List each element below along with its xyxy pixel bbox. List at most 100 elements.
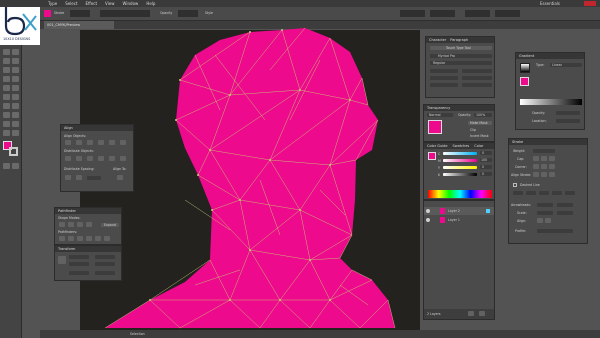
minus-back-icon[interactable] bbox=[104, 236, 110, 241]
projecting-cap-icon[interactable] bbox=[549, 156, 555, 161]
channel-k-field[interactable]: 0 bbox=[480, 172, 492, 176]
gradient-fill-swatch[interactable] bbox=[520, 77, 529, 86]
unite-icon[interactable] bbox=[59, 222, 65, 227]
align-top-icon[interactable] bbox=[98, 140, 104, 145]
transform-w-field[interactable] bbox=[95, 255, 115, 259]
tracking-field[interactable] bbox=[462, 76, 492, 80]
align-outside-stroke-icon[interactable] bbox=[549, 172, 555, 177]
align-middle-icon[interactable] bbox=[109, 140, 115, 145]
opacity-mask-thumbnail[interactable] bbox=[428, 120, 442, 134]
spacing-field[interactable] bbox=[87, 176, 101, 180]
channel-c-slider[interactable] bbox=[443, 152, 477, 155]
align-panel-title[interactable]: Align bbox=[61, 125, 133, 131]
butt-cap-icon[interactable] bbox=[533, 156, 539, 161]
distribute-middle-icon[interactable] bbox=[76, 156, 82, 161]
dashed-line-checkbox[interactable] bbox=[513, 183, 517, 187]
dash-1-field[interactable] bbox=[513, 191, 523, 195]
touch-type-button[interactable]: Touch Type Tool bbox=[430, 46, 492, 50]
merge-icon[interactable] bbox=[77, 236, 83, 241]
align-bottom-icon[interactable] bbox=[120, 140, 126, 145]
arrow-extend-icon[interactable] bbox=[537, 218, 543, 223]
align-right-icon[interactable] bbox=[87, 140, 93, 145]
align-inside-stroke-icon[interactable] bbox=[541, 172, 547, 177]
distribute-bottom-icon[interactable] bbox=[87, 156, 93, 161]
stroke-panel-title[interactable]: Stroke bbox=[509, 139, 587, 145]
align-to-icon[interactable] bbox=[117, 175, 123, 180]
tab-color[interactable]: Color bbox=[474, 143, 483, 149]
arrowhead-start-field[interactable] bbox=[537, 203, 553, 207]
gradient-thumbnail[interactable] bbox=[520, 63, 530, 73]
channel-y-field[interactable]: 0 bbox=[480, 165, 492, 169]
arrow-scale-start-field[interactable] bbox=[537, 211, 553, 215]
arrowhead-end-field[interactable] bbox=[557, 203, 573, 207]
transparency-opacity-field[interactable]: 100% bbox=[474, 113, 492, 117]
transform-x-field[interactable] bbox=[69, 255, 89, 259]
align-center-stroke-icon[interactable] bbox=[533, 172, 539, 177]
gradient-location-field[interactable] bbox=[556, 119, 580, 123]
intersect-icon[interactable] bbox=[77, 222, 83, 227]
transform-panel-title[interactable]: Transform bbox=[55, 246, 121, 252]
round-cap-icon[interactable] bbox=[541, 156, 547, 161]
spacing-vertical-icon[interactable] bbox=[65, 175, 71, 180]
tab-paragraph[interactable]: Paragraph bbox=[450, 37, 468, 43]
gradient-panel-title[interactable]: Gradient bbox=[516, 53, 584, 59]
align-left-icon[interactable] bbox=[65, 140, 71, 145]
bevel-join-icon[interactable] bbox=[549, 164, 555, 169]
trim-icon[interactable] bbox=[68, 236, 74, 241]
color-fill-swatch[interactable] bbox=[428, 152, 436, 160]
outline-icon[interactable] bbox=[95, 236, 101, 241]
crop-icon[interactable] bbox=[86, 236, 92, 241]
minus-front-icon[interactable] bbox=[68, 222, 74, 227]
tab-swatches[interactable]: Swatches bbox=[453, 143, 470, 149]
vertical-scale-field[interactable] bbox=[430, 83, 458, 87]
channel-c-field[interactable]: 0 bbox=[480, 151, 492, 155]
stroke-panel-weight-field[interactable] bbox=[533, 149, 555, 153]
dash-3-field[interactable] bbox=[565, 191, 575, 195]
make-mask-button[interactable]: Make Mask bbox=[468, 121, 492, 125]
visibility-eye-icon[interactable] bbox=[426, 218, 430, 222]
visibility-eye-icon[interactable] bbox=[426, 209, 430, 213]
delete-layer-icon[interactable] bbox=[479, 311, 485, 316]
transform-y-field[interactable] bbox=[69, 262, 89, 266]
channel-m-slider[interactable] bbox=[443, 159, 477, 162]
miter-join-icon[interactable] bbox=[533, 164, 539, 169]
distribute-top-icon[interactable] bbox=[65, 156, 71, 161]
channel-m-field[interactable]: 100 bbox=[480, 158, 492, 162]
font-size-field[interactable] bbox=[430, 69, 458, 73]
exclude-icon[interactable] bbox=[86, 222, 92, 227]
divide-icon[interactable] bbox=[59, 236, 65, 241]
gradient-type-field[interactable]: Linear bbox=[550, 63, 582, 67]
spacing-horizontal-icon[interactable] bbox=[76, 175, 82, 180]
font-style-field[interactable]: Regular bbox=[430, 61, 492, 65]
reference-point-icon[interactable] bbox=[58, 256, 66, 264]
tab-color-guide[interactable]: Color Guide bbox=[427, 143, 448, 149]
horizontal-scale-field[interactable] bbox=[462, 83, 492, 87]
layer-row-2[interactable]: Layer 2 bbox=[424, 207, 494, 215]
blend-mode-field[interactable]: Normal bbox=[427, 113, 453, 117]
leading-field[interactable] bbox=[462, 69, 492, 73]
gap-1-field[interactable] bbox=[526, 191, 536, 195]
color-spectrum-bar[interactable] bbox=[428, 190, 492, 198]
channel-y-slider[interactable] bbox=[443, 166, 477, 169]
new-layer-icon[interactable] bbox=[468, 311, 474, 316]
pathfinder-panel-title[interactable]: Pathfinder bbox=[55, 208, 121, 214]
rotate-field[interactable] bbox=[69, 271, 89, 275]
transform-h-field[interactable] bbox=[95, 262, 115, 266]
layer-name[interactable]: Layer 1 bbox=[448, 218, 460, 222]
distribute-right-icon[interactable] bbox=[120, 156, 126, 161]
arrow-scale-end-field[interactable] bbox=[557, 211, 573, 215]
tab-character[interactable]: Character bbox=[429, 37, 446, 43]
arrow-place-icon[interactable] bbox=[545, 218, 551, 223]
channel-k-slider[interactable] bbox=[443, 173, 477, 176]
gradient-slider[interactable] bbox=[520, 99, 582, 105]
round-join-icon[interactable] bbox=[541, 164, 547, 169]
distribute-center-icon[interactable] bbox=[109, 156, 115, 161]
dash-2-field[interactable] bbox=[539, 191, 549, 195]
profile-field[interactable] bbox=[537, 229, 573, 233]
gap-2-field[interactable] bbox=[552, 191, 562, 195]
expand-button[interactable]: Expand bbox=[101, 223, 119, 227]
align-center-icon[interactable] bbox=[76, 140, 82, 145]
kerning-field[interactable] bbox=[430, 76, 458, 80]
layer-row-1[interactable]: Layer 1 bbox=[424, 216, 494, 224]
distribute-left-icon[interactable] bbox=[98, 156, 104, 161]
